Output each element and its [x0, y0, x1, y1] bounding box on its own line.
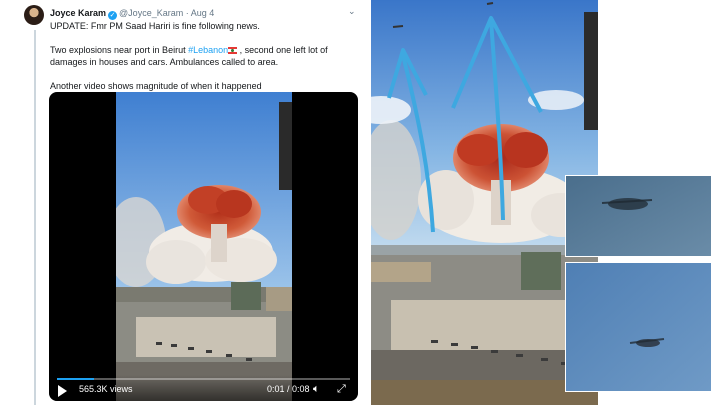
volume-icon[interactable]: 🔈︎	[313, 383, 320, 396]
text-segment: Two explosions near port in Beirut	[50, 45, 189, 55]
tweet-line-update: UPDATE: Fmr PM Saad Hariri is fine follo…	[50, 21, 260, 31]
tweet-line-video: Another video shows magnitude of when it…	[50, 81, 262, 91]
explosion-video-image	[116, 92, 292, 401]
zoom-inset-bottom-image	[566, 263, 711, 391]
tweet-header: Joyce Karam ✓ @Joyce_Karam · Aug 4	[50, 7, 214, 20]
tweet-date[interactable]: Aug 4	[191, 8, 215, 18]
author-name[interactable]: Joyce Karam	[50, 8, 106, 18]
explosion-photo-image	[371, 0, 598, 405]
zoom-inset-top	[565, 175, 712, 257]
explosion-photo-annotated	[371, 0, 598, 405]
play-icon[interactable]	[58, 385, 67, 397]
video-progress-fill	[57, 378, 94, 380]
separator: ·	[185, 8, 189, 18]
lebanon-flag-icon	[228, 47, 238, 54]
fullscreen-icon[interactable]: ⤢	[337, 383, 346, 396]
thread-line	[34, 30, 36, 405]
video-player[interactable]: 565.3K views 0:01 / 0:08 🔈︎ ⤢	[49, 92, 358, 401]
view-count: 565.3K views	[79, 384, 133, 394]
video-frame[interactable]	[116, 92, 292, 401]
avatar[interactable]	[24, 5, 44, 25]
zoom-inset-top-image	[566, 176, 711, 256]
hashtag-link[interactable]: #Lebanon	[188, 45, 228, 55]
zoom-inset-bottom	[565, 262, 712, 392]
video-progress-bar[interactable]	[57, 378, 350, 380]
video-controls: 565.3K views 0:01 / 0:08 🔈︎ ⤢	[49, 375, 358, 401]
more-chevron-icon[interactable]: ⌄	[348, 6, 356, 17]
tweet-paragraph-explosions: Two explosions near port in Beirut #Leba…	[50, 44, 355, 68]
verified-icon: ✓	[108, 11, 118, 20]
tweet-card: Joyce Karam ✓ @Joyce_Karam · Aug 4 ⌄ UPDAT…	[0, 0, 366, 405]
author-handle[interactable]: @Joyce_Karam	[119, 8, 183, 18]
video-time: 0:01 / 0:08	[267, 384, 310, 394]
